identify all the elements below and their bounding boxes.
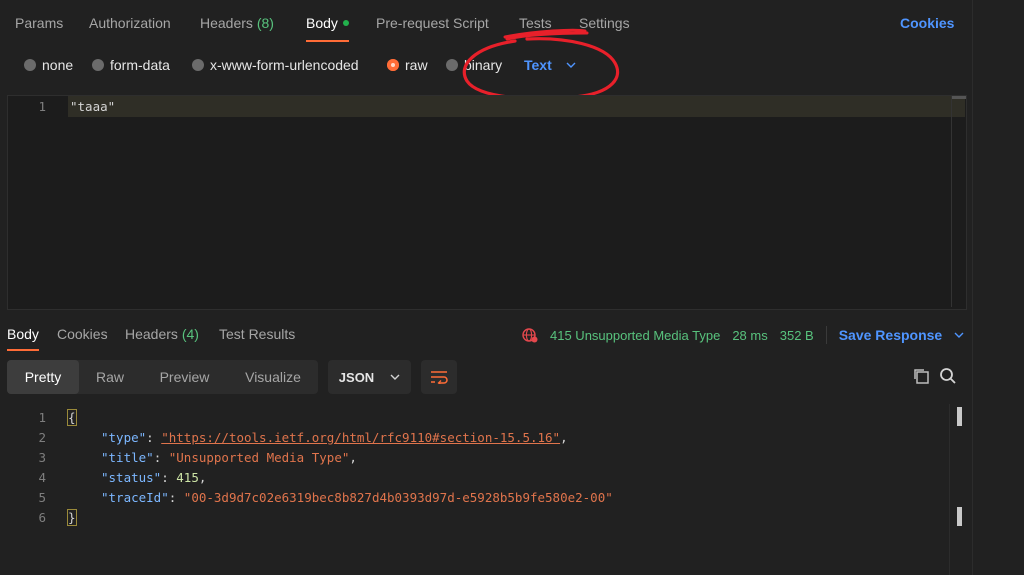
radio-x-www-form-urlencoded[interactable]: x-www-form-urlencoded xyxy=(192,57,359,73)
editor-scrollbar-track xyxy=(951,96,952,307)
radio-label: form-data xyxy=(110,57,170,73)
line-number: 1 xyxy=(38,99,46,114)
view-pretty-button[interactable]: Pretty xyxy=(7,360,79,394)
save-response-button[interactable]: Save Response xyxy=(839,327,965,343)
response-tab-test-results[interactable]: Test Results xyxy=(219,326,295,342)
json-key: "traceId" xyxy=(101,490,169,505)
tab-body[interactable]: Body xyxy=(306,15,349,31)
radio-none[interactable]: none xyxy=(24,57,73,73)
code-line: "taaa" xyxy=(70,99,116,114)
active-tab-underline xyxy=(306,40,349,42)
radio-form-data[interactable]: form-data xyxy=(92,57,170,73)
radio-label: none xyxy=(42,57,74,73)
view-mode-group: Pretty Raw Preview Visualize xyxy=(7,360,318,394)
line-number: 6 xyxy=(38,510,46,525)
response-scroll-marker[interactable] xyxy=(957,407,962,426)
json-open-brace: { xyxy=(67,409,77,426)
line-number: 2 xyxy=(38,430,46,445)
json-line-status: "status": 415, xyxy=(101,470,207,485)
json-line-traceid: "traceId": "00-3d9d7c02e6319bec8b827d4b0… xyxy=(101,490,613,505)
wrap-lines-button[interactable] xyxy=(421,360,457,394)
json-number-value: 415 xyxy=(176,470,199,485)
view-preview-button[interactable]: Preview xyxy=(141,360,228,394)
response-time[interactable]: 28 ms xyxy=(732,328,767,343)
response-format-select[interactable]: JSON xyxy=(328,360,411,394)
line-number: 4 xyxy=(38,470,46,485)
radio-label: x-www-form-urlencoded xyxy=(210,57,359,73)
chevron-down-icon xyxy=(390,374,400,380)
json-line-type: "type": "https://tools.ietf.org/html/rfc… xyxy=(101,430,568,445)
cookies-link[interactable]: Cookies xyxy=(900,15,954,31)
status-code[interactable]: 415 Unsupported Media Type xyxy=(550,328,720,343)
response-tab-cookies[interactable]: Cookies xyxy=(57,326,108,342)
save-response-label: Save Response xyxy=(838,327,943,343)
json-string-value: "00-3d9d7c02e6319bec8b827d4b0393d97d-e59… xyxy=(183,490,613,505)
separator xyxy=(825,326,827,344)
response-tab-body[interactable]: Body xyxy=(7,326,39,342)
json-close-brace: } xyxy=(67,509,77,526)
tab-body-label: Body xyxy=(306,15,338,31)
response-active-underline xyxy=(7,349,39,351)
response-size[interactable]: 352 B xyxy=(780,328,814,343)
wrap-lines-icon xyxy=(431,371,448,384)
view-visualize-button[interactable]: Visualize xyxy=(228,360,318,394)
json-url-value[interactable]: "https://tools.ietf.org/html/rfc9110#sec… xyxy=(161,430,560,445)
radio-dot xyxy=(24,59,36,71)
response-format-label: JSON xyxy=(338,369,375,385)
red-circle-annotation xyxy=(462,28,620,101)
panel-divider xyxy=(972,0,973,575)
json-key: "title" xyxy=(101,450,154,465)
radio-raw[interactable]: raw xyxy=(387,57,428,73)
view-raw-button[interactable]: Raw xyxy=(79,360,141,394)
json-key: "status" xyxy=(101,470,162,485)
tab-authorization[interactable]: Authorization xyxy=(89,15,171,31)
radio-dot-selected xyxy=(387,59,399,71)
radio-dot xyxy=(92,59,104,71)
tab-headers-label: Headers xyxy=(200,15,253,31)
json-line-title: "title": "Unsupported Media Type", xyxy=(101,450,357,465)
line-number: 5 xyxy=(38,490,46,505)
copy-icon[interactable] xyxy=(912,367,930,385)
radio-label: raw xyxy=(405,57,428,73)
editor-scrollbar-thumb[interactable] xyxy=(952,96,966,99)
request-body-editor[interactable]: 1 "taaa" xyxy=(7,95,967,310)
chevron-down-icon xyxy=(954,332,964,338)
response-tab-headers-label: Headers xyxy=(125,326,178,342)
response-tab-headers[interactable]: Headers (4) xyxy=(125,326,199,342)
response-meta: 415 Unsupported Media Type 28 ms 352 B S… xyxy=(522,326,964,344)
current-line-highlight xyxy=(68,96,965,117)
response-tab-headers-count: (4) xyxy=(181,326,199,342)
line-number: 3 xyxy=(38,450,46,465)
json-string-value: "Unsupported Media Type" xyxy=(168,450,350,465)
tab-params[interactable]: Params xyxy=(15,15,63,31)
json-key: "type" xyxy=(101,430,147,445)
body-modified-dot xyxy=(342,20,349,27)
tab-headers-count: (8) xyxy=(256,15,274,31)
response-scroll-marker[interactable] xyxy=(957,507,962,526)
globe-error-icon xyxy=(522,328,538,343)
response-scroll-track xyxy=(949,404,950,575)
line-number: 1 xyxy=(38,410,46,425)
search-icon[interactable] xyxy=(939,367,957,385)
radio-dot xyxy=(192,59,204,71)
tab-headers[interactable]: Headers (8) xyxy=(200,15,274,31)
